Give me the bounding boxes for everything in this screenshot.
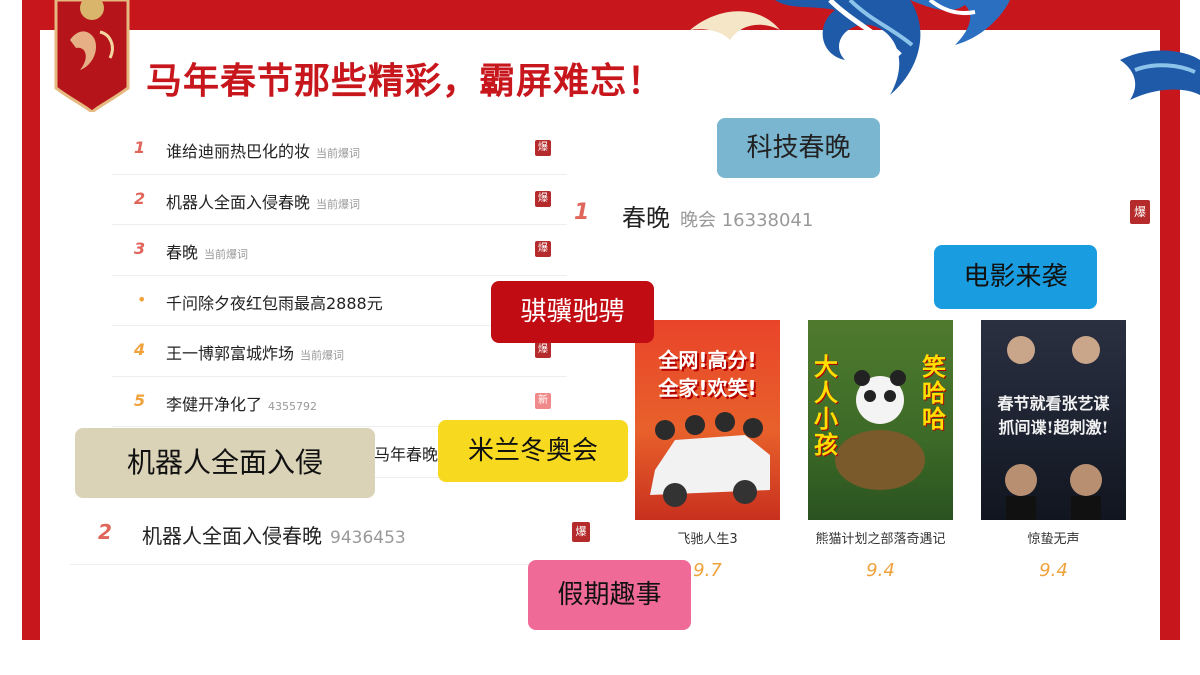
hot-item-featured[interactable]: 1 春晚 晚会 16338041 爆 — [570, 196, 1150, 236]
rank-number: 4 — [134, 340, 146, 359]
movie-poster-image: 春节就看张艺谋 抓间谍!超刺激! — [981, 320, 1126, 520]
poster-slogan: 大人小孩 — [814, 353, 838, 459]
list-item-sub: 当前爆词 — [316, 147, 361, 160]
hot-badge: 爆 — [535, 342, 551, 358]
hot-item-count: 晚会 16338041 — [680, 210, 814, 231]
bottom-margin — [0, 640, 1200, 675]
list-item-text: 马年春晚 — [374, 445, 439, 464]
poster-slogan: 笑哈哈 — [922, 353, 946, 433]
wave-decoration-icon — [690, 0, 1200, 100]
movie-score: 9.4 — [1039, 560, 1068, 581]
movie-score: 9.4 — [866, 560, 895, 581]
rank-number: 1 — [134, 138, 146, 157]
rank-number: 2 — [134, 188, 146, 208]
promo-dot: • — [137, 289, 147, 309]
list-item-sub: 当前爆词 — [300, 349, 345, 362]
movie-title: 熊猫计划之部落奇遇记 — [815, 532, 946, 547]
hot-badge: 爆 — [1130, 200, 1150, 224]
rank-number: 5 — [134, 390, 146, 410]
movie-title: 飞驰人生3 — [677, 532, 738, 547]
list-item-text: 李健开净化了 4355792 — [166, 394, 318, 414]
page-title: 马年春节那些精彩，霸屏难忘！ — [146, 61, 665, 102]
list-item[interactable]: 1 谁给迪丽热巴化的妆 当前爆词 爆 — [112, 124, 567, 175]
rank-number: 3 — [134, 239, 146, 258]
list-item-sub: 当前爆词 — [204, 248, 249, 261]
list-item-text: 千问除夕夜红包雨最高2888元 — [166, 293, 383, 313]
movie-poster-image: 大人小孩 笑哈哈 — [808, 320, 953, 520]
hot-badge: 爆 — [535, 190, 551, 207]
rank-number: 1 — [574, 200, 590, 225]
hot-item-count: 9436453 — [330, 528, 406, 548]
list-item-text: 谁给迪丽热巴化的妆 当前爆词 — [166, 142, 361, 161]
list-item-text: 王一博郭富城炸场 当前爆词 — [166, 344, 345, 363]
hot-badge: 爆 — [535, 241, 551, 257]
label-horses: 骐骥驰骋 — [491, 281, 654, 343]
poster-slogan: 全网!高分! — [658, 348, 757, 372]
label-movies: 电影来袭 — [934, 245, 1097, 309]
movie-poster-image: 全网!高分! 全家!欢笑! — [635, 320, 780, 520]
poster-slogan: 春节就看张艺谋 — [997, 394, 1110, 413]
hot-badge: 爆 — [535, 140, 551, 156]
label-robots: 机器人全面入侵 — [75, 428, 375, 498]
rank-number: 2 — [98, 520, 112, 544]
poster-slogan: 抓间谍!超刺激! — [998, 418, 1109, 437]
list-item-sub: 4355792 — [268, 399, 318, 413]
list-item-text: 机器人全面入侵春晚 当前爆词 — [166, 192, 361, 212]
movie-title: 惊蛰无声 — [1027, 532, 1080, 547]
hot-item-text: 春晚 晚会 16338041 — [622, 204, 814, 232]
hot-badge: 爆 — [572, 522, 590, 542]
new-badge: 新 — [535, 392, 551, 409]
list-item[interactable]: 3 春晚 当前爆词 爆 — [112, 225, 567, 276]
label-tech-gala: 科技春晚 — [717, 118, 880, 178]
poster-slogan: 全家!欢笑! — [658, 376, 757, 400]
list-item-sub: 当前爆词 — [316, 197, 361, 211]
list-item[interactable]: 2 机器人全面入侵春晚 当前爆词 爆 — [112, 175, 567, 225]
emblem-badge-icon — [54, 0, 130, 112]
hot-item-overlay[interactable]: 2 机器人全面入侵春晚 9436453 爆 — [70, 510, 590, 565]
label-milan-olympics: 米兰冬奥会 — [438, 420, 628, 482]
hot-item-text: 机器人全面入侵春晚 9436453 — [142, 524, 406, 548]
label-holiday-fun: 假期趣事 — [528, 560, 691, 630]
list-item-text: 春晚 当前爆词 — [166, 243, 249, 262]
